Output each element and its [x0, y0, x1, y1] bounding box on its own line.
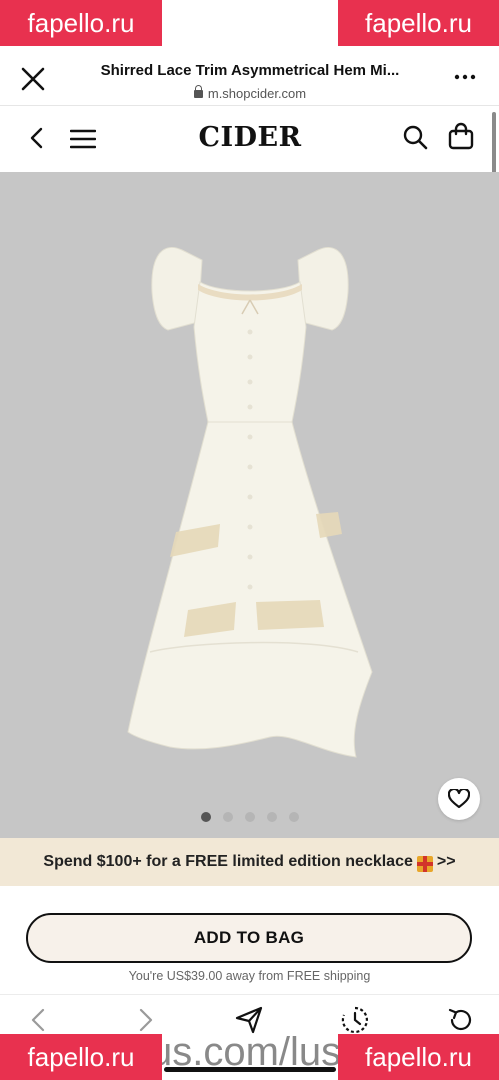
watermark-text: us.com/lus	[150, 1030, 342, 1074]
pagination-dot[interactable]	[244, 812, 255, 822]
pagination-dot[interactable]	[288, 812, 299, 822]
menu-icon[interactable]	[69, 128, 97, 150]
url-display[interactable]: m.shopcider.com	[120, 85, 380, 101]
product-gallery[interactable]	[0, 172, 499, 838]
browser-back-icon[interactable]	[24, 1005, 54, 1035]
watermark-badge: fapello.ru	[0, 1034, 162, 1080]
promo-text: Spend $100+ for a FREE limited edition n…	[43, 853, 413, 870]
add-to-bag-button[interactable]: ADD TO BAG	[26, 913, 472, 963]
pagination-dot[interactable]	[266, 812, 277, 822]
close-icon[interactable]	[18, 64, 48, 94]
pagination-dot[interactable]	[200, 812, 211, 822]
history-icon[interactable]	[340, 1005, 370, 1035]
page-title: Shirred Lace Trim Asymmetrical Hem Mi...	[100, 62, 400, 79]
site-logo[interactable]: CIDER	[190, 122, 310, 153]
watermark-badge: fapello.ru	[338, 1034, 499, 1080]
back-icon[interactable]	[26, 126, 50, 150]
promo-banner[interactable]: Spend $100+ for a FREE limited edition n…	[0, 838, 499, 886]
lock-icon	[193, 85, 203, 98]
promo-arrow: >>	[436, 853, 456, 870]
more-icon[interactable]	[453, 70, 477, 84]
bag-icon[interactable]	[448, 122, 474, 150]
shipping-note: You're US$39.00 away from FREE shipping	[128, 969, 371, 983]
search-icon[interactable]	[402, 124, 428, 150]
url-text: m.shopcider.com	[207, 86, 307, 101]
reload-icon[interactable]	[446, 1005, 476, 1035]
watermark-badge: fapello.ru	[338, 0, 499, 46]
gallery-pagination	[0, 812, 499, 824]
watermark-badge: fapello.ru	[0, 0, 162, 46]
product-image	[127, 246, 373, 758]
pagination-dot[interactable]	[222, 812, 233, 822]
site-header: CIDER	[0, 106, 499, 172]
gift-icon	[416, 856, 433, 872]
